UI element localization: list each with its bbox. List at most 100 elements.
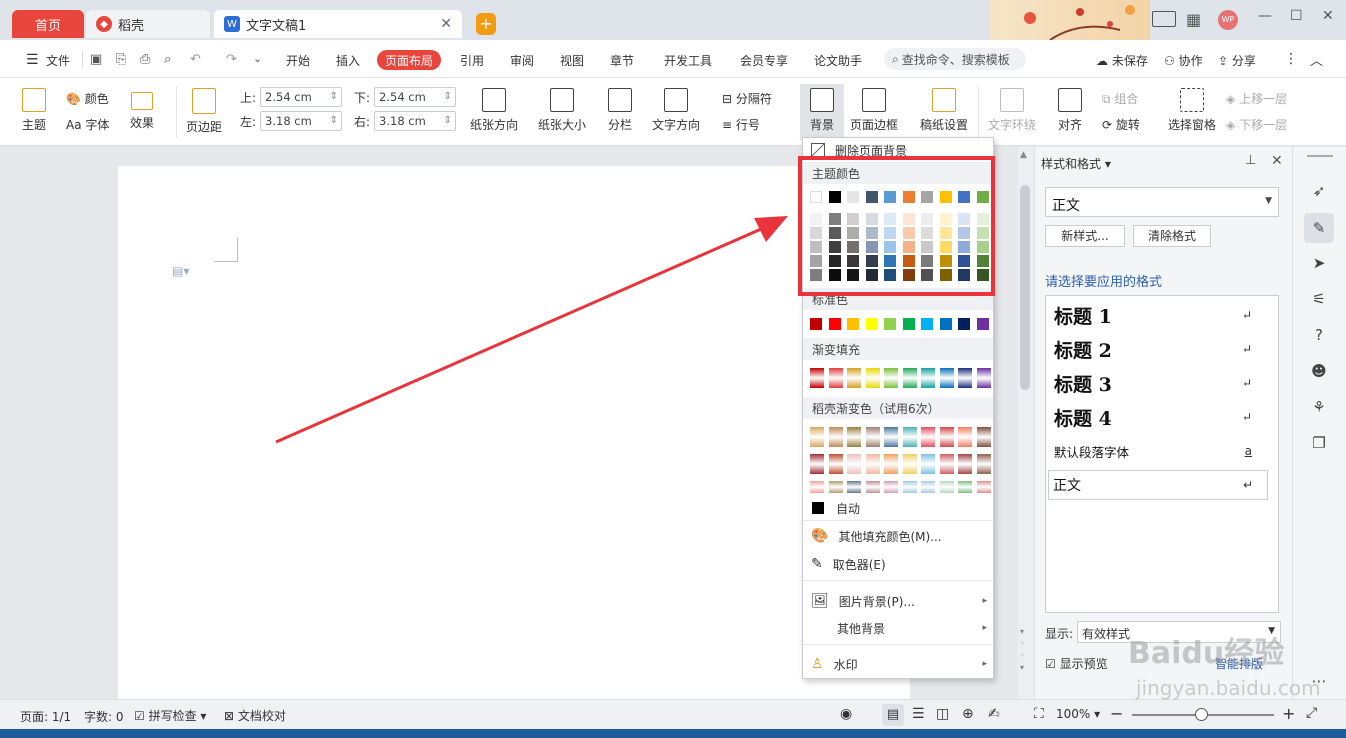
tab-references[interactable]: 引用 bbox=[452, 50, 492, 70]
page-border-button[interactable]: 页面边框 bbox=[850, 88, 898, 133]
daoke-gradient-swatch[interactable] bbox=[976, 481, 991, 493]
current-style-select[interactable]: 正文 ▼ bbox=[1045, 187, 1279, 217]
new-tab-icon[interactable]: + bbox=[476, 13, 496, 35]
clear-format-button[interactable]: 清除格式 bbox=[1133, 225, 1211, 247]
more-colors-item[interactable]: 🎨 其他填充颜色(M)... bbox=[803, 524, 993, 548]
backup-icon[interactable]: ⚘ bbox=[1307, 395, 1331, 419]
undo-icon[interactable]: ↶ bbox=[190, 52, 201, 67]
minimize-icon[interactable]: — bbox=[1258, 8, 1272, 24]
tab-thesis[interactable]: 论文助手 bbox=[806, 50, 870, 70]
scroll-up-icon[interactable]: ▲ bbox=[1020, 150, 1027, 160]
line-number-button[interactable]: ≡ 行号 bbox=[722, 116, 760, 133]
paper-size-button[interactable]: 纸张大小 bbox=[538, 88, 586, 133]
print-preview-icon[interactable]: ⌕ bbox=[164, 52, 171, 67]
print-icon[interactable]: ⎙ bbox=[140, 52, 150, 67]
page-view-icon[interactable]: ▤ bbox=[882, 704, 904, 726]
color-picker-item[interactable]: ✎ 取色器(E) bbox=[803, 552, 993, 576]
align-button[interactable]: 对齐 bbox=[1058, 88, 1082, 133]
margin-bottom-field[interactable]: 下: 2.54 cm bbox=[354, 87, 457, 107]
new-style-button[interactable]: 新样式... bbox=[1045, 225, 1125, 247]
proofread-button[interactable]: ⊠ 文档校对 bbox=[224, 707, 286, 724]
web-view-icon[interactable]: ⊕ bbox=[962, 706, 974, 722]
gradient-swatch[interactable] bbox=[810, 368, 824, 388]
margins-button[interactable]: 页边距 bbox=[186, 88, 222, 135]
zoom-in-icon[interactable]: + bbox=[1282, 704, 1295, 723]
gradient-swatch[interactable] bbox=[976, 368, 991, 388]
daoke-gradient-swatch[interactable] bbox=[921, 481, 935, 493]
scrollbar-thumb[interactable] bbox=[1020, 185, 1030, 390]
selection-pane-button[interactable]: 选择窗格 bbox=[1168, 88, 1216, 133]
paragraph-options-icon[interactable]: ▤▾ bbox=[172, 264, 189, 278]
collapse-ribbon-icon[interactable]: ︿ bbox=[1310, 50, 1323, 69]
margin-right-field[interactable]: 右: 3.18 cm bbox=[354, 111, 457, 131]
select-cursor-icon[interactable]: ➤ bbox=[1307, 251, 1331, 275]
standard-color-swatch[interactable] bbox=[958, 318, 970, 330]
daoke-gradient-swatch[interactable] bbox=[902, 454, 917, 474]
margin-left-field[interactable]: 左: 3.18 cm bbox=[240, 111, 343, 131]
collab-button[interactable]: ⚇ 协作 bbox=[1164, 52, 1203, 69]
page-nav-icons[interactable]: ▾ ◦ ◦ ▾ bbox=[1020, 626, 1025, 674]
daoke-gradient-swatch[interactable] bbox=[921, 427, 935, 447]
fullscreen-icon[interactable]: ⤢ bbox=[1306, 705, 1317, 721]
daoke-gradient-swatch[interactable] bbox=[847, 454, 861, 474]
show-preview-checkbox[interactable]: ☑ 显示预览 bbox=[1045, 655, 1108, 672]
columns-button[interactable]: 分栏 bbox=[608, 88, 632, 133]
close-panel-icon[interactable]: ✕ bbox=[1271, 153, 1283, 169]
tab-start[interactable]: 开始 bbox=[278, 50, 318, 70]
gradient-swatch[interactable] bbox=[921, 368, 935, 388]
style-heading-4[interactable]: 标题 4 ↵ bbox=[1054, 402, 1266, 432]
standard-color-swatch[interactable] bbox=[865, 318, 878, 330]
daoke-gradient-swatch[interactable] bbox=[958, 481, 972, 493]
daoke-gradient-swatch[interactable] bbox=[939, 427, 954, 447]
file-menu[interactable]: 文件 bbox=[46, 52, 70, 69]
style-heading-2[interactable]: 标题 2 ↵ bbox=[1054, 334, 1266, 364]
window-layout-icon[interactable] bbox=[1152, 11, 1176, 27]
daoke-gradient-swatch[interactable] bbox=[884, 427, 898, 447]
daoke-gradient-swatch[interactable] bbox=[939, 481, 954, 493]
write-mode-icon[interactable]: ✍ bbox=[988, 706, 1000, 722]
daoke-gradient-swatch[interactable] bbox=[958, 454, 972, 474]
effect-button[interactable]: 效果 bbox=[130, 88, 154, 131]
eye-protect-icon[interactable]: ◉ bbox=[840, 706, 852, 722]
tab-home[interactable]: 首页 bbox=[12, 10, 84, 38]
gradient-swatch[interactable] bbox=[958, 368, 972, 388]
tab-chapter[interactable]: 章节 bbox=[602, 50, 642, 70]
theme-button[interactable]: 主题 bbox=[22, 88, 46, 133]
daoke-gradient-swatch[interactable] bbox=[810, 454, 824, 474]
background-button[interactable]: 背景 bbox=[800, 84, 844, 140]
save-icon[interactable]: ▣ bbox=[90, 52, 102, 67]
tab-insert[interactable]: 插入 bbox=[328, 50, 368, 70]
daoke-gradient-swatch[interactable] bbox=[976, 454, 991, 474]
page-count[interactable]: 页面: 1/1 bbox=[20, 708, 71, 725]
tab-daoke[interactable]: ◆ 稻壳 bbox=[86, 10, 210, 38]
daoke-gradient-swatch[interactable] bbox=[939, 454, 954, 474]
daoke-gradient-swatch[interactable] bbox=[902, 481, 917, 493]
close-window-icon[interactable]: ✕ bbox=[1322, 8, 1334, 24]
search-command[interactable]: ⌕ 查找命令、搜索模板 bbox=[884, 48, 1026, 70]
daoke-gradient-swatch[interactable] bbox=[976, 427, 991, 447]
font-button[interactable]: Aa 字体 bbox=[66, 116, 109, 133]
style-brush-icon[interactable]: ✎ bbox=[1304, 213, 1334, 243]
margin-bottom-input[interactable]: 2.54 cm bbox=[374, 87, 457, 107]
daoke-gradient-swatch[interactable] bbox=[828, 427, 843, 447]
standard-color-swatch[interactable] bbox=[939, 318, 952, 330]
standard-color-swatch[interactable] bbox=[810, 318, 822, 330]
margin-right-input[interactable]: 3.18 cm bbox=[374, 111, 457, 131]
orientation-button[interactable]: 纸张方向 bbox=[470, 88, 518, 133]
manuscript-button[interactable]: 稿纸设置 bbox=[920, 88, 968, 133]
gradient-swatch[interactable] bbox=[847, 368, 861, 388]
daoke-gradient-swatch[interactable] bbox=[865, 481, 880, 493]
redo-icon[interactable]: ↷ bbox=[226, 52, 237, 67]
pin-icon[interactable]: ⊥ bbox=[1245, 153, 1256, 168]
daoke-gradient-swatch[interactable] bbox=[847, 481, 861, 493]
spell-check-button[interactable]: ☑ 拼写检查 ▾ bbox=[134, 707, 206, 724]
tab-review[interactable]: 审阅 bbox=[502, 50, 542, 70]
unsaved-button[interactable]: ☁ 未保存 bbox=[1096, 52, 1148, 69]
reading-icon[interactable]: ❐ bbox=[1307, 431, 1331, 455]
close-tab-icon[interactable]: ✕ bbox=[440, 16, 452, 32]
style-heading-1[interactable]: 标题 1 ↵ bbox=[1054, 300, 1266, 330]
zoom-level[interactable]: 100% ▾ bbox=[1056, 707, 1100, 721]
outline-view-icon[interactable]: ☰ bbox=[912, 706, 925, 722]
breaks-button[interactable]: ⊟ 分隔符 bbox=[722, 90, 772, 107]
help-icon[interactable]: ? bbox=[1307, 323, 1331, 347]
